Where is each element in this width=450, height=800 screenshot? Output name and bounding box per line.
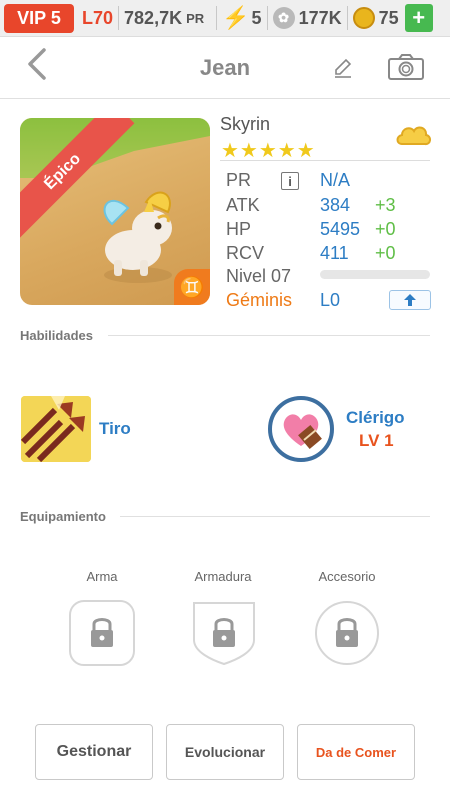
arrow-skill-icon[interactable] — [21, 396, 91, 462]
energy-value: 5 — [251, 7, 262, 28]
arrow-up-icon — [404, 294, 416, 306]
hero-creature-image — [88, 180, 188, 295]
divider — [216, 6, 218, 30]
zodiac-label: Géminis — [226, 290, 293, 310]
hero-name: Skyrin — [220, 114, 271, 134]
level-progress-bar — [320, 270, 430, 279]
player-pr-value: 782,7K — [124, 7, 183, 28]
stat-atk-value: 384 — [320, 195, 351, 215]
divider — [346, 6, 348, 30]
nav-bar: Jean — [0, 37, 450, 99]
skill-name[interactable]: Tiro — [99, 419, 131, 439]
stat-pr-value: N/A — [320, 170, 351, 190]
coin-icon — [352, 7, 375, 29]
stat-hp-value: 5495 — [320, 219, 361, 239]
stat-hp-label: HP — [226, 219, 252, 239]
class-name: Clérigo — [346, 408, 405, 427]
player-pr-unit: PR — [186, 10, 205, 26]
section-title-equipment: Equipamiento — [20, 509, 106, 524]
stat-hp-bonus: +0 — [375, 219, 396, 239]
energy-counter[interactable]: ⚡ 5 — [222, 5, 261, 31]
status-bar: VIP 5 L70 782,7K PR ⚡ 5 ✿ 177K 75 + — [0, 0, 450, 37]
equip-accessory-label: Accesorio — [318, 569, 376, 584]
cloud-element-icon — [394, 122, 432, 155]
gemini-zodiac-icon: ♊ — [174, 269, 210, 305]
add-coins-button[interactable]: + — [404, 4, 433, 32]
section-title-skills: Habilidades — [20, 328, 93, 343]
hero-level-label: Nivel 07 — [226, 266, 292, 286]
stat-pr-label: PR — [226, 170, 252, 190]
player-level: L70 — [82, 7, 114, 28]
equip-armor-label: Armadura — [194, 569, 252, 584]
divider — [108, 335, 430, 336]
divider — [120, 516, 430, 517]
paw-icon: ✿ — [272, 7, 295, 29]
stat-rcv-label: RCV — [226, 243, 265, 263]
page-title: Jean — [199, 55, 251, 80]
lightning-icon: ⚡ — [222, 5, 250, 30]
edit-pencil-icon[interactable] — [332, 57, 354, 84]
divider — [118, 6, 120, 30]
feed-button[interactable]: Da de Comer — [297, 724, 415, 780]
stat-atk-label: ATK — [226, 195, 260, 215]
divider — [220, 160, 430, 161]
paw-value: 177K — [298, 7, 342, 28]
zodiac-upgrade-button[interactable] — [389, 290, 431, 310]
vip-badge[interactable]: VIP 5 — [4, 3, 74, 33]
stat-atk-bonus: +3 — [375, 195, 396, 215]
armor-slot[interactable] — [191, 600, 257, 666]
hero-portrait[interactable]: Épico ♊ — [20, 118, 210, 305]
paw-counter[interactable]: ✿ 177K — [272, 7, 342, 29]
camera-icon[interactable] — [387, 53, 425, 86]
weapon-slot[interactable] — [69, 600, 135, 666]
divider — [266, 6, 268, 30]
manage-button[interactable]: Gestionar — [35, 724, 153, 780]
evolve-button[interactable]: Evolucionar — [166, 724, 284, 780]
coin-value: 75 — [378, 7, 399, 28]
cleric-class-icon[interactable] — [268, 396, 334, 462]
accessory-slot[interactable] — [314, 600, 380, 666]
zodiac-level: L0 — [320, 290, 341, 310]
equip-weapon-label: Arma — [86, 569, 118, 584]
info-icon[interactable]: i — [281, 172, 299, 190]
coin-counter[interactable]: 75 — [352, 7, 399, 29]
stat-rcv-bonus: +0 — [375, 243, 396, 263]
class-level: LV 1 — [359, 431, 394, 450]
stat-rcv-value: 411 — [320, 243, 349, 263]
